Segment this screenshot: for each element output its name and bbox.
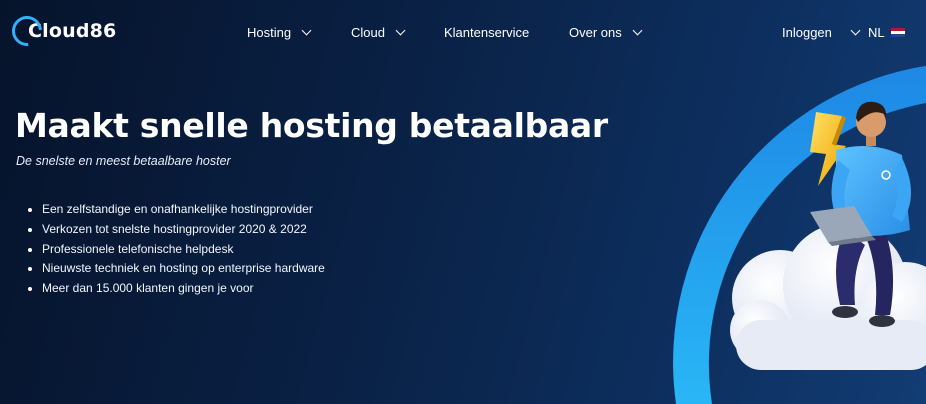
nav-item-cloud[interactable]: Cloud bbox=[351, 25, 406, 40]
page: Cloud86 Hosting Cloud Klantenservice Ove… bbox=[0, 0, 926, 404]
hero-illustration bbox=[673, 65, 926, 404]
usp-item: Professionele telefonische helpdesk bbox=[28, 240, 325, 260]
chevron-down-icon bbox=[395, 25, 406, 36]
hero-subtitle: De snelste en meest betaalbare hoster bbox=[16, 154, 231, 168]
usp-item: Verkozen tot snelste hostingprovider 202… bbox=[28, 220, 325, 240]
usp-item: Een zelfstandige en onafhankelijke hosti… bbox=[28, 200, 325, 220]
chevron-down-icon bbox=[301, 25, 312, 36]
nav-item-klantenservice[interactable]: Klantenservice bbox=[444, 25, 529, 40]
nav-item-over-ons[interactable]: Over ons bbox=[569, 25, 643, 40]
cloud86-logo-icon bbox=[5, 9, 49, 53]
nav-item-hosting[interactable]: Hosting bbox=[247, 25, 312, 40]
usp-item: Meer dan 15.000 klanten gingen je voor bbox=[28, 279, 325, 299]
nav-item-label: Over ons bbox=[569, 25, 622, 40]
nav-item-label: Klantenservice bbox=[444, 25, 530, 40]
usp-list: Een zelfstandige en onafhankelijke hosti… bbox=[28, 200, 325, 299]
cloud-icon bbox=[730, 223, 926, 370]
hero-title: Maakt snelle hosting betaalbaar bbox=[15, 106, 608, 145]
nav-item-label: Cloud bbox=[351, 25, 385, 40]
brand-logo[interactable]: Cloud86 bbox=[5, 9, 116, 53]
nav-item-label: Hosting bbox=[247, 25, 292, 40]
usp-item: Nieuwste techniek en hosting op enterpri… bbox=[28, 259, 325, 279]
